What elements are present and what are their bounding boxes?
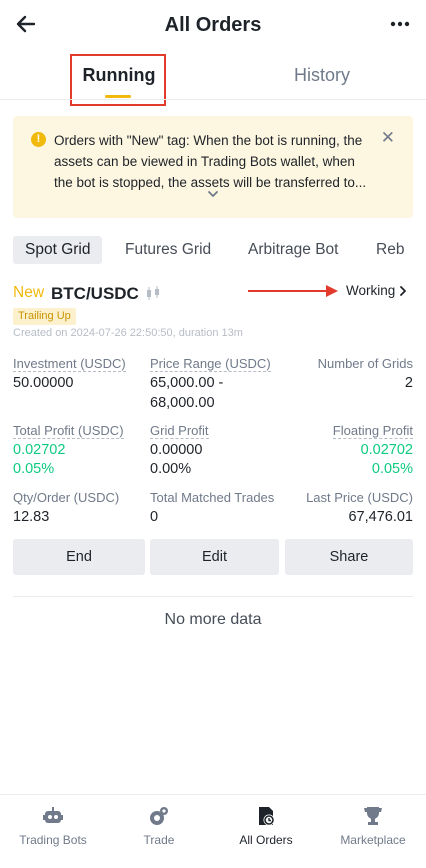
close-icon[interactable]: ✕ [381,128,395,148]
status-working[interactable]: Working [346,283,395,298]
edit-button[interactable]: Edit [150,539,279,575]
floating-profit-percent: 0.05% [371,461,413,477]
created-time: Created on 2024-07-26 22:50:50, duration… [13,327,243,339]
grid-profit-label: Grid Profit [150,423,209,439]
nav-label: All Orders [239,833,293,847]
qty-order-label: Qty/Order (USDC) [13,490,120,505]
nav-all-orders[interactable]: All Orders [213,795,319,868]
grid-profit-value: 0.00000 [150,442,203,458]
tab-history[interactable]: History [222,52,422,98]
price-range-label: Price Range (USDC) [150,356,271,372]
floating-profit-value: 0.02702 [360,442,413,458]
matched-trades-label: Total Matched Trades [150,490,275,505]
trophy-icon [364,807,382,825]
share-button[interactable]: Share [285,539,413,575]
floating-profit-label: Floating Profit [332,423,413,439]
new-tag: New [13,284,45,301]
nav-label: Marketplace [340,833,406,847]
header: All Orders [0,0,426,52]
annotation-arrow [248,285,338,297]
trailing-up-badge: Trailing Up [13,308,76,325]
nav-trade[interactable]: Trade [106,795,212,868]
qty-order-value: 12.83 [13,509,50,525]
grid-profit-percent: 0.00% [150,461,192,477]
total-profit-value: 0.02702 [13,442,66,458]
trade-icon [150,807,168,825]
last-price-value: 67,476.01 [348,509,413,525]
total-profit-percent: 0.05% [13,461,55,477]
matched-trades-value: 0 [150,509,159,525]
tab-arbitrage-bot[interactable]: Arbitrage Bot [248,236,338,264]
more-dots-icon[interactable] [388,12,412,36]
orders-icon [259,807,275,826]
chevron-down-icon[interactable] [206,187,220,201]
candlestick-icon [147,286,159,300]
nav-marketplace[interactable]: Marketplace [320,795,426,868]
page-title: All Orders [164,14,262,36]
robot-icon [43,807,63,823]
notice-text: Orders with "New" tag: When the bot is r… [54,133,367,190]
tab-futures-grid[interactable]: Futures Grid [125,236,211,264]
bot-type-tabs: Spot Grid Futures Grid Arbitrage Bot Reb [13,236,426,264]
last-price-label: Last Price (USDC) [306,490,413,505]
notice-banner: ! Orders with "New" tag: When the bot is… [13,116,413,218]
warning-circle-icon: ! [31,132,46,147]
tab-rebalancing[interactable]: Reb [376,236,404,264]
order-tabs: Running History [0,52,426,98]
investment-value: 50.00000 [13,375,74,391]
investment-label: Investment (USDC) [13,356,126,372]
total-profit-label: Total Profit (USDC) [13,423,124,439]
chevron-right-icon[interactable] [399,285,407,297]
bottom-navigation: Trading Bots Trade All Orders Marketplac… [0,794,426,868]
price-range-value-high: 68,000.00 [150,395,215,411]
tab-spot-grid[interactable]: Spot Grid [13,236,103,264]
trading-pair: BTC/USDC [51,284,139,303]
nav-label: Trade [143,833,175,847]
divider [13,596,413,597]
end-button[interactable]: End [13,539,145,575]
grids-label: Number of Grids [317,356,413,371]
price-range-value-low: 65,000.00 - [150,375,224,391]
divider [0,99,426,100]
nav-trading-bots[interactable]: Trading Bots [0,795,106,868]
nav-label: Trading Bots [19,833,87,847]
grids-value: 2 [404,375,413,391]
no-more-data: No more data [164,611,262,628]
